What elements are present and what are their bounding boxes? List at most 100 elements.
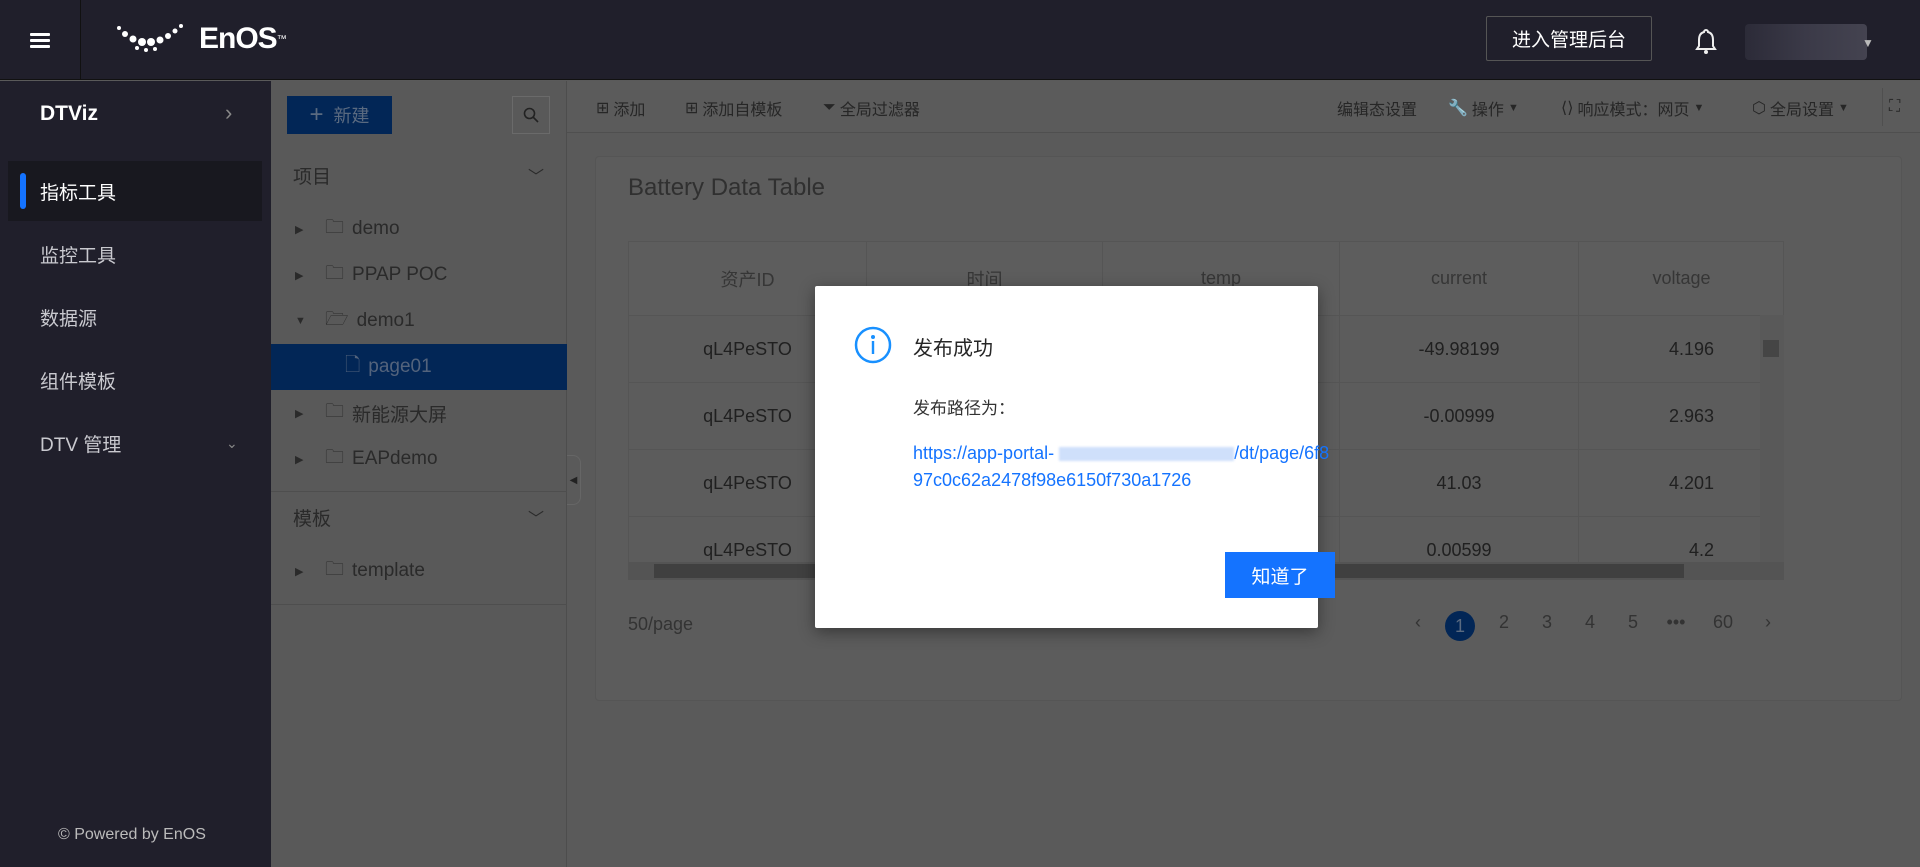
folder-icon: 🗀	[325, 217, 345, 238]
sidebar-item-label: 数据源	[40, 308, 98, 330]
page-button[interactable]: 4	[1575, 612, 1605, 633]
table-cell: 2.963	[1579, 383, 1783, 450]
caret-down-icon[interactable]: ▼	[295, 315, 306, 327]
column-header[interactable]: current	[1340, 242, 1579, 316]
chevron-down-icon[interactable]: ﹀	[528, 505, 544, 529]
tree-item-template[interactable]: ▶ 🗀 template	[271, 548, 567, 594]
caret-down-icon: ▼	[1693, 102, 1705, 114]
sidebar-item-label: 组件模板	[40, 371, 117, 393]
page-button[interactable]: 5	[1618, 612, 1648, 633]
admin-console-button[interactable]: 进入管理后台	[1486, 16, 1652, 61]
global-filter-label: 全局过滤器	[839, 102, 920, 119]
filter-icon: ⏷	[823, 99, 836, 116]
caret-right-icon[interactable]: ▶	[295, 453, 305, 466]
chevron-down-icon[interactable]: ﹀	[528, 163, 544, 187]
tree-item-label: page01	[368, 356, 432, 377]
sidebar-item-label: 指标工具	[40, 182, 117, 204]
page-button[interactable]: 60	[1708, 612, 1738, 633]
search-icon	[523, 107, 539, 123]
caret-right-icon[interactable]: ▶	[295, 407, 305, 420]
tree-item-label: 新能源大屏	[352, 404, 448, 426]
responsive-mode-dropdown[interactable]: ⟨⟩ 响应模式：网页 ▼	[1561, 96, 1704, 120]
page-button[interactable]: 1	[1445, 611, 1475, 641]
dialog-title: 发布成功	[913, 338, 993, 360]
caret-left-icon: ◀	[569, 474, 578, 486]
folder-icon: 🗀	[325, 447, 345, 468]
caret-down-icon[interactable]: ▼	[1862, 36, 1874, 50]
redacted-domain	[1059, 447, 1235, 462]
templates-section-header[interactable]: 模板	[293, 504, 331, 531]
tree-item-demo1[interactable]: ▼ 🗁 demo1	[271, 298, 567, 344]
search-button[interactable]	[512, 96, 550, 134]
hexagon-settings-icon: ⬡	[1752, 100, 1766, 117]
add-widget-icon: ⊞	[685, 100, 699, 117]
global-settings-dropdown[interactable]: ⬡ 全局设置 ▼	[1752, 96, 1849, 120]
trademark: ™	[276, 33, 287, 45]
page-button[interactable]: 3	[1532, 612, 1562, 633]
sidebar-item-data-source[interactable]: 数据源	[8, 287, 262, 347]
caret-right-icon[interactable]: ▶	[295, 223, 305, 236]
powered-by-footer: © Powered by EnOS	[58, 826, 206, 843]
next-page-icon[interactable]: ›	[1753, 612, 1783, 633]
hamburger-menu-icon[interactable]	[0, 0, 81, 80]
plus-icon: +	[309, 101, 324, 128]
sidebar-item-dtv-management[interactable]: DTV 管理 ⌄	[8, 413, 262, 473]
sidebar-item-label: DTV 管理	[40, 434, 122, 456]
new-button[interactable]: + 新建	[287, 96, 392, 134]
chevron-right-icon[interactable]: ›	[225, 100, 232, 126]
global-settings-label: 全局设置	[1769, 102, 1834, 119]
responsive-mode-label: 响应模式：网页	[1577, 102, 1690, 119]
sidebar-item-label: 监控工具	[40, 245, 117, 267]
column-header[interactable]: voltage	[1579, 242, 1783, 316]
tree-item-label: template	[352, 560, 425, 581]
sidebar-item-component-templates[interactable]: 组件模板	[8, 350, 262, 410]
divider	[271, 604, 567, 605]
wrench-icon: 🔧	[1448, 100, 1468, 117]
table-cell: -49.98199	[1340, 316, 1579, 383]
collapse-panel-handle[interactable]: ◀	[567, 455, 581, 505]
info-icon	[853, 325, 893, 370]
tree-item-ppap-poc[interactable]: ▶ 🗀 PPAP POC	[271, 252, 567, 298]
tree-item-new-energy-screen[interactable]: ▶ 🗀 新能源大屏	[271, 390, 567, 436]
add-widget-icon: ⊞	[596, 100, 610, 117]
folder-open-icon: 🗁	[325, 309, 349, 330]
table-cell: 41.03	[1340, 450, 1579, 517]
tree-item-label: demo	[352, 218, 400, 239]
sidebar-item-monitor-tool[interactable]: 监控工具	[8, 224, 262, 284]
divider	[271, 491, 567, 492]
operations-dropdown[interactable]: 🔧 操作 ▼	[1448, 96, 1519, 120]
vertical-scrollbar-thumb[interactable]	[1763, 340, 1779, 357]
bell-icon[interactable]	[1695, 28, 1717, 59]
global-filter-button[interactable]: ⏷ 全局过滤器	[823, 96, 920, 120]
caret-right-icon[interactable]: ▶	[295, 565, 305, 578]
operations-label: 操作	[1471, 102, 1504, 119]
table-cell: 4.196	[1579, 316, 1783, 383]
file-icon: 🗋	[345, 355, 361, 376]
logo-dots-icon	[117, 24, 183, 52]
caret-right-icon[interactable]: ▶	[295, 269, 305, 282]
tree-item-eapdemo[interactable]: ▶ 🗀 EAPdemo	[271, 436, 567, 482]
add-from-template-button[interactable]: ⊞ 添加自模板	[685, 96, 782, 120]
page-size[interactable]: 50/page	[628, 614, 693, 635]
app-title: DTViz	[40, 102, 98, 125]
tree-item-page01[interactable]: 🗋 page01	[271, 344, 567, 390]
user-avatar-blurred[interactable]	[1745, 24, 1867, 60]
pagination-ellipsis[interactable]: •••	[1661, 612, 1691, 633]
sidebar-item-metrics-tool[interactable]: 指标工具	[8, 161, 262, 221]
add-from-template-label: 添加自模板	[702, 102, 783, 119]
caret-down-icon: ▼	[1507, 102, 1519, 114]
prev-page-icon[interactable]: ‹	[1403, 612, 1433, 633]
edit-settings-button[interactable]: 编辑态设置	[1337, 96, 1417, 120]
folder-icon: 🗀	[325, 263, 345, 284]
publish-url-link[interactable]: https://app-portal- /dt/page/6f897c0c62a…	[913, 440, 1333, 494]
fullscreen-icon[interactable]: ⛶	[1882, 88, 1900, 126]
got-it-button[interactable]: 知道了	[1225, 552, 1335, 598]
tree-item-label: demo1	[356, 310, 415, 331]
code-icon: ⟨⟩	[1561, 100, 1574, 117]
edit-settings-label: 编辑态设置	[1337, 102, 1418, 119]
tree-item-demo[interactable]: ▶ 🗀 demo	[271, 206, 567, 252]
table-cell: 4.201	[1579, 450, 1783, 517]
projects-section-header[interactable]: 项目	[293, 162, 331, 189]
add-button[interactable]: ⊞ 添加	[596, 96, 645, 120]
page-button[interactable]: 2	[1489, 612, 1519, 633]
